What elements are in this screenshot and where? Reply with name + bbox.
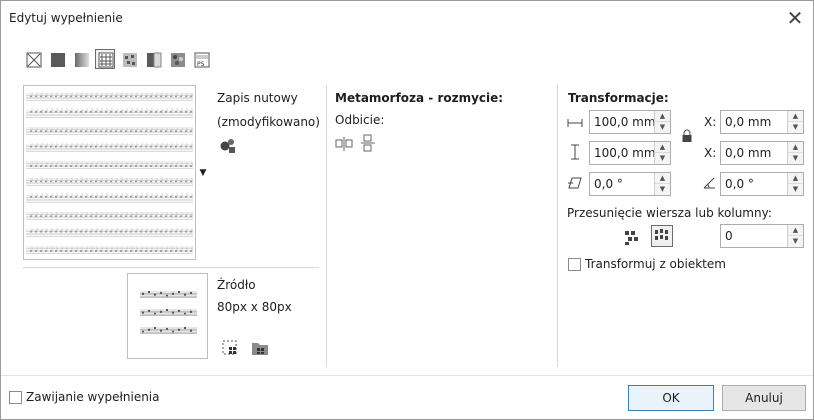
cancel-button[interactable]: Anuluj [722, 385, 806, 411]
dialog-footer: Zawijanie wypełnienia OK Anuluj [1, 376, 813, 419]
vector-pattern-fill-icon[interactable] [95, 49, 115, 69]
source-size: 80px x 80px [217, 300, 292, 314]
width-stepper[interactable]: ▲ ▼ [654, 111, 670, 133]
offset-label: Przesunięcie wiersza lub kolumny: [567, 206, 772, 220]
edit-pattern-icon[interactable] [219, 137, 237, 155]
title-bar: Edytuj wypełnienie ✕ [1, 1, 813, 39]
texture-fill-icon[interactable] [167, 49, 187, 69]
skew-field[interactable]: 0,0 ° ▲ ▼ [589, 172, 671, 196]
pattern-name: Zapis nutowy [217, 91, 298, 105]
mirror-label: Odbicie: [335, 113, 385, 127]
lock-icon[interactable] [681, 129, 693, 143]
music-pattern-image [26, 92, 193, 254]
wrap-fill-label: Zawijanie wypełnienia [26, 390, 160, 404]
transform-with-object-checkbox[interactable] [568, 258, 581, 271]
rotate-field[interactable]: 0,0 ° ▲ ▼ [720, 172, 804, 196]
import-source-icon[interactable] [251, 340, 269, 356]
chevron-down-icon[interactable]: ▼ [197, 165, 209, 181]
divider [557, 85, 558, 367]
pattern-preview[interactable] [23, 85, 196, 260]
pattern-name-status: (zmodyfikowano) [217, 115, 320, 129]
x-offset-stepper[interactable]: ▲ ▼ [787, 111, 803, 133]
y-offset-stepper[interactable]: ▲ ▼ [787, 142, 803, 164]
skew-stepper[interactable]: ▲ ▼ [654, 173, 670, 195]
rotate-stepper[interactable]: ▲ ▼ [787, 173, 803, 195]
offset-field[interactable]: 0 ▲ ▼ [720, 224, 804, 248]
offset-stepper[interactable]: ▲ ▼ [787, 225, 803, 247]
skew-icon [567, 176, 583, 190]
mirror-horizontal-icon[interactable] [335, 136, 353, 152]
divider [326, 85, 327, 367]
height-stepper[interactable]: ▲ ▼ [654, 142, 670, 164]
edit-fill-dialog: Edytuj wypełnienie ✕ PS ▼ Zapis nutowy (… [0, 0, 814, 420]
x-offset-field[interactable]: 0,0 mm ▲ ▼ [720, 110, 804, 134]
wrap-fill-checkbox[interactable] [9, 391, 22, 404]
no-fill-icon[interactable] [23, 49, 43, 69]
y-offset-field[interactable]: 0,0 mm ▲ ▼ [720, 141, 804, 165]
transform-with-object-label: Transformuj z obiektem [585, 257, 726, 271]
bitmap-pattern-fill-icon[interactable] [119, 49, 139, 69]
height-icon [570, 144, 580, 160]
postscript-fill-icon[interactable]: PS [191, 49, 211, 69]
divider [23, 267, 319, 268]
width-field[interactable]: 100,0 mm ▲ ▼ [589, 110, 671, 134]
x-label: X: [704, 115, 717, 129]
height-field[interactable]: 100,0 mm ▲ ▼ [589, 141, 671, 165]
close-icon[interactable]: ✕ [783, 7, 807, 31]
source-pattern-image [140, 291, 197, 334]
source-preview [127, 273, 208, 359]
uniform-fill-icon[interactable] [47, 49, 67, 69]
y-label: X: [704, 146, 717, 160]
mirror-vertical-icon[interactable] [360, 134, 376, 152]
metamorphosis-title: Metamorfoza - rozmycie: [335, 91, 504, 105]
fountain-fill-icon[interactable] [71, 49, 91, 69]
two-color-pattern-fill-icon[interactable] [143, 49, 163, 69]
row-offset-icon[interactable] [624, 229, 640, 245]
dialog-title: Edytuj wypełnienie [9, 11, 123, 25]
column-offset-icon[interactable] [651, 225, 673, 247]
width-icon [567, 117, 583, 129]
source-label: Źródło [217, 278, 256, 292]
svg-text:PS: PS [197, 61, 205, 68]
rotate-icon [701, 176, 717, 190]
select-region-icon[interactable] [222, 340, 238, 356]
ok-button[interactable]: OK [628, 385, 714, 411]
transform-title: Transformacje: [568, 91, 669, 105]
fill-type-toolbar: PS [23, 49, 323, 71]
